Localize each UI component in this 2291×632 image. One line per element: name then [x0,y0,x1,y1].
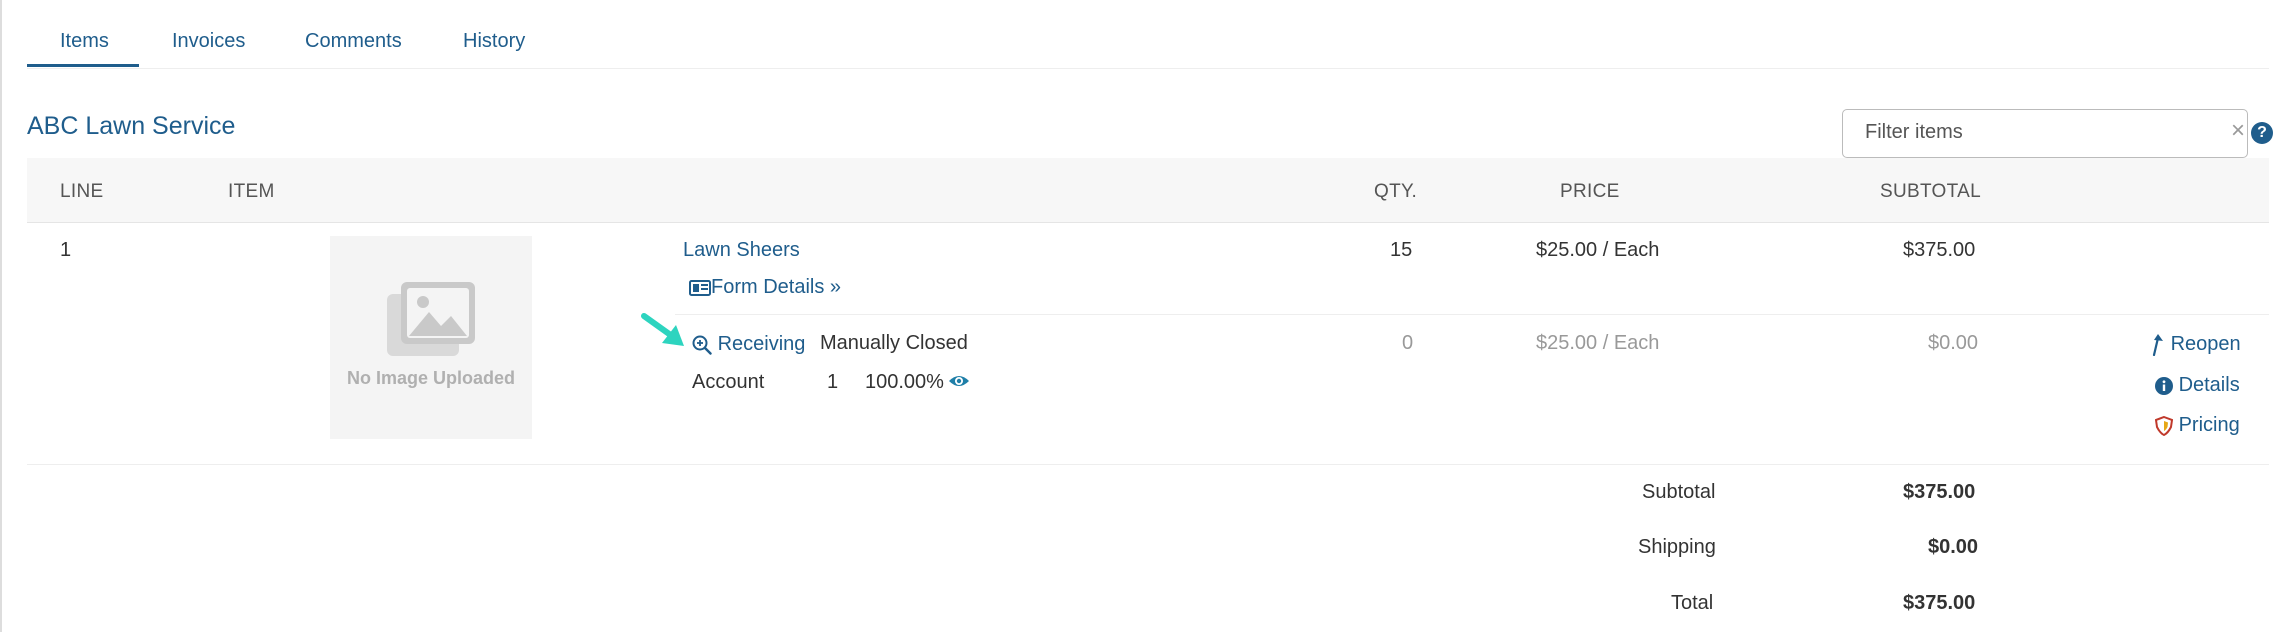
totals-total-label: Total [1671,592,1714,614]
receiving-subtotal: $0.00 [1928,332,1979,354]
info-icon [2155,376,2173,395]
totals-shipping-label: Shipping [1638,536,1716,558]
receiving-status: Manually Closed [820,332,968,354]
column-header-price: PRICE [1560,181,1620,202]
details-label: Details [2178,374,2240,396]
clear-icon[interactable]: × [2231,119,2245,143]
receiving-qty: 0 [1402,332,1414,354]
filter-field: × [1842,109,2248,158]
tab-invoices[interactable]: Invoices [172,30,245,53]
zoom-in-icon [692,335,712,355]
item-name-link[interactable]: Lawn Sheers [683,239,800,262]
tab-comments[interactable]: Comments [305,30,402,53]
column-header-qty: QTY. [1374,181,1418,202]
item-qty: 15 [1390,239,1413,261]
vendor-name: ABC Lawn Service [27,112,236,140]
column-header-line: LINE [60,181,104,202]
item-subtotal: $375.00 [1903,239,1976,261]
form-details-label: Form Details » [711,276,842,298]
table-header: LINE ITEM QTY. PRICE SUBTOTAL [27,158,2269,223]
receiving-label: Receiving [717,333,806,355]
receiving-link[interactable]: Receiving [692,333,805,356]
sub-row-divider [675,314,2269,315]
form-details-link[interactable]: Form Details » [689,276,841,299]
receiving-price: $25.00 / Each [1536,332,1660,354]
reopen-arrow-icon [2152,333,2163,356]
annotation-arrow-icon [641,313,684,346]
totals-subtotal-label: Subtotal [1642,481,1716,503]
pricing-shield-icon [2155,415,2173,436]
active-tab-indicator [27,64,139,67]
totals-total-value: $375.00 [1903,592,1976,614]
reopen-label: Reopen [2170,333,2241,355]
account-number: 1 [827,371,839,393]
pricing-label: Pricing [2178,414,2240,436]
account-label: Account [692,371,765,393]
line-number: 1 [60,239,72,261]
pricing-link[interactable]: Pricing [2155,414,2240,437]
column-header-subtotal: SUBTOTAL [1880,181,1981,202]
page-left-border [0,0,2,632]
filter-items-input[interactable] [1843,110,2215,155]
form-details-icon [689,279,711,296]
eye-icon[interactable] [948,373,970,389]
column-header-item: ITEM [228,181,275,202]
help-icon[interactable]: ? [2251,122,2273,144]
no-image-caption: No Image Uploaded [346,368,516,388]
item-price: $25.00 / Each [1536,239,1660,261]
tab-items[interactable]: Items [60,30,109,53]
totals-shipping-value: $0.00 [1928,536,1979,558]
image-placeholder-icon [387,282,475,356]
details-link[interactable]: Details [2155,374,2240,397]
totals-subtotal-value: $375.00 [1903,481,1976,503]
tab-bar: Items Invoices Comments History [27,0,2269,69]
tab-history[interactable]: History [463,30,525,53]
account-percent: 100.00% [865,371,944,393]
item-image-placeholder: No Image Uploaded [330,236,532,439]
reopen-link[interactable]: Reopen [2151,333,2241,356]
row-divider [27,464,2269,465]
